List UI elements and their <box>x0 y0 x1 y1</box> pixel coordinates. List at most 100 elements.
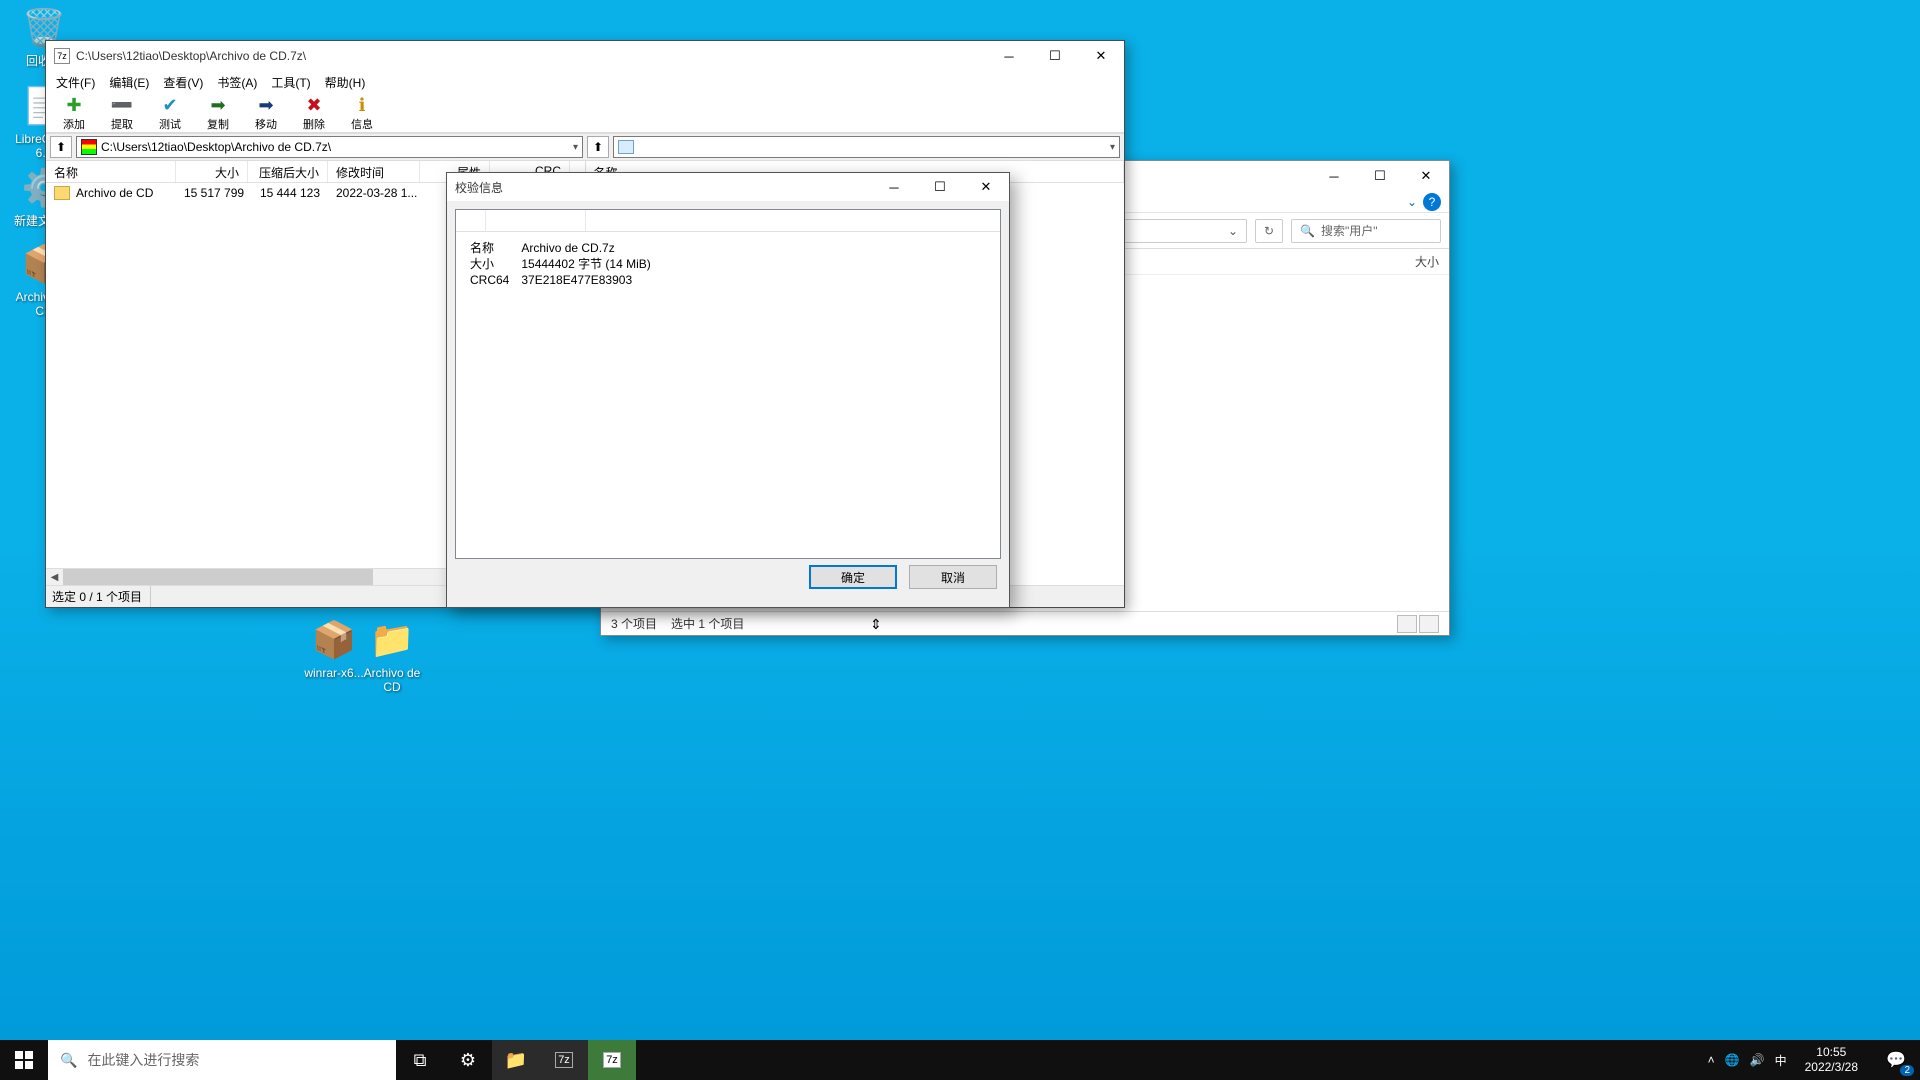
tray-network-icon[interactable]: 🌐 <box>1725 1053 1740 1067</box>
add-icon: ✚ <box>50 95 98 115</box>
delete-icon: ✖ <box>290 95 338 115</box>
system-tray: ˄ 🌐 🔊 中 10:55 2022/3/28 <box>1702 1040 1872 1080</box>
folder-icon: 📁 <box>368 616 416 664</box>
explorer-search-box[interactable]: 🔍 搜索"用户" <box>1291 219 1441 243</box>
menu-tools[interactable]: 工具(T) <box>265 72 316 93</box>
search-icon: 🔍 <box>60 1052 77 1069</box>
sevenzip-status-text: 选定 0 / 1 个项目 <box>52 588 142 605</box>
col-name[interactable]: 名称 <box>46 161 176 182</box>
extract-icon: ➖ <box>98 95 146 115</box>
menu-help[interactable]: 帮助(H) <box>319 72 372 93</box>
checksum-table: 名称 Archivo de CD.7z 大小 15444402 字节 (14 M… <box>464 240 657 288</box>
sevenzip-minimize-button[interactable]: ─ <box>986 41 1032 71</box>
menu-file[interactable]: 文件(F) <box>50 72 101 93</box>
dialog-maximize-button[interactable]: ☐ <box>917 172 963 202</box>
label-size: 大小 <box>464 256 515 272</box>
value-size: 15444402 字节 (14 MiB) <box>515 256 656 272</box>
sevenzip-app-icon: 7z <box>54 48 70 64</box>
chevron-down-icon[interactable]: ▾ <box>573 142 578 153</box>
sevenzip-maximize-button[interactable]: ☐ <box>1032 41 1078 71</box>
explorer-help-icon[interactable]: ? <box>1423 193 1441 211</box>
desktop-icon-archivo-folder[interactable]: 📁 Archivo de CD <box>354 616 430 694</box>
archivo-folder-label: Archivo de CD <box>354 666 430 694</box>
sevenzip-icon: 7z <box>555 1052 573 1068</box>
sevenzip-up-button-right[interactable]: ⬆ <box>587 136 609 158</box>
explorer-search-placeholder: 搜索"用户" <box>1321 222 1378 239</box>
sevenzip-path-text: C:\Users\12tiao\Desktop\Archivo de CD.7z… <box>101 140 331 154</box>
sevenzip-titlebar[interactable]: 7z C:\Users\12tiao\Desktop\Archivo de CD… <box>46 41 1124 71</box>
dialog-close-button[interactable]: ✕ <box>963 172 1009 202</box>
taskbar-settings[interactable]: ⚙ <box>444 1040 492 1080</box>
label-crc64: CRC64 <box>464 272 515 288</box>
dialog-cancel-button[interactable]: 取消 <box>909 565 997 589</box>
tray-ime-indicator[interactable]: 中 <box>1775 1052 1787 1069</box>
sevenzip-up-button[interactable]: ⬆ <box>50 136 72 158</box>
chevron-down-icon[interactable]: ▾ <box>1110 142 1115 153</box>
taskbar-explorer[interactable]: 📁 <box>492 1040 540 1080</box>
label-name: 名称 <box>464 240 515 256</box>
explorer-refresh-button[interactable]: ↻ <box>1255 219 1283 243</box>
scrollbar-thumb[interactable] <box>63 569 373 586</box>
sevenzip-close-button[interactable]: ✕ <box>1078 41 1124 71</box>
toolbar-extract-button[interactable]: ➖ 提取 <box>98 95 146 132</box>
sevenzip-pathbar: ⬆ C:\Users\12tiao\Desktop\Archivo de CD.… <box>46 133 1124 161</box>
taskbar-clock[interactable]: 10:55 2022/3/28 <box>1797 1045 1866 1075</box>
toolbar-copy-button[interactable]: ➡ 复制 <box>194 95 242 132</box>
explorer-view-large-button[interactable] <box>1419 615 1439 633</box>
col-size[interactable]: 大小 <box>176 161 248 182</box>
sevenzip-menubar: 文件(F) 编辑(E) 查看(V) 书签(A) 工具(T) 帮助(H) <box>46 71 1124 93</box>
chevron-down-icon[interactable]: ⌄ <box>1228 224 1238 238</box>
explorer-maximize-button[interactable]: ☐ <box>1357 161 1403 191</box>
taskbar-7zip-2[interactable]: 7z <box>588 1040 636 1080</box>
taskbar: 🔍 在此键入进行搜索 ⧉ ⚙ 📁 7z 7z ˄ 🌐 🔊 中 10:55 202… <box>0 1040 1920 1080</box>
value-name: Archivo de CD.7z <box>515 240 656 256</box>
col-modified[interactable]: 修改时间 <box>328 161 420 182</box>
explorer-close-button[interactable]: ✕ <box>1403 161 1449 191</box>
toolbar-delete-button[interactable]: ✖ 删除 <box>290 95 338 132</box>
dialog-titlebar[interactable]: 校验信息 ─ ☐ ✕ <box>447 173 1009 201</box>
sevenzip-toolbar: ✚ 添加 ➖ 提取 ✔ 测试 ➡ 复制 ➡ 移动 ✖ 删除 ℹ 信息 <box>46 93 1124 133</box>
explorer-minimize-button[interactable]: ─ <box>1311 161 1357 191</box>
start-button[interactable] <box>0 1040 48 1080</box>
taskbar-7zip-1[interactable]: 7z <box>540 1040 588 1080</box>
winrar-icon: 📦 <box>310 616 358 664</box>
sevenzip-path-combo[interactable]: C:\Users\12tiao\Desktop\Archivo de CD.7z… <box>76 136 583 158</box>
task-view-button[interactable]: ⧉ <box>396 1040 444 1080</box>
menu-bookmarks[interactable]: 书签(A) <box>211 72 263 93</box>
dialog-list[interactable]: 名称 Archivo de CD.7z 大小 15444402 字节 (14 M… <box>455 209 1001 559</box>
explorer-view-details-button[interactable] <box>1397 615 1417 633</box>
toolbar-add-button[interactable]: ✚ 添加 <box>50 95 98 132</box>
scroll-left-icon[interactable]: ◀ <box>46 569 63 586</box>
sevenzip-path-combo-right[interactable]: ▾ <box>613 136 1120 158</box>
move-icon: ➡ <box>242 95 290 115</box>
info-icon: ℹ <box>338 95 386 115</box>
checksum-dialog[interactable]: 校验信息 ─ ☐ ✕ 名称 Archivo de CD.7z 大小 <box>446 172 1010 608</box>
folder-icon <box>54 186 70 200</box>
taskbar-search[interactable]: 🔍 在此键入进行搜索 <box>48 1040 396 1080</box>
taskbar-search-placeholder: 在此键入进行搜索 <box>87 1050 199 1070</box>
toolbar-test-button[interactable]: ✔ 测试 <box>146 95 194 132</box>
menu-view[interactable]: 查看(V) <box>157 72 209 93</box>
menu-edit[interactable]: 编辑(E) <box>103 72 155 93</box>
tray-chevron-icon[interactable]: ˄ <box>1708 1053 1715 1067</box>
dialog-minimize-button[interactable]: ─ <box>871 172 917 202</box>
explorer-item-count: 3 个项目 <box>611 615 657 632</box>
tray-volume-icon[interactable]: 🔊 <box>1750 1053 1765 1067</box>
explorer-expand-ribbon-icon[interactable]: ⌄ <box>1407 195 1417 209</box>
explorer-col-size[interactable]: 大小 <box>1405 249 1449 274</box>
explorer-selection-count: 选中 1 个项目 <box>671 615 744 632</box>
col-packed[interactable]: 压缩后大小 <box>248 161 328 182</box>
action-center-button[interactable]: 💬 2 <box>1872 1040 1920 1080</box>
sevenzip-icon: 7z <box>603 1052 621 1068</box>
toolbar-info-button[interactable]: ℹ 信息 <box>338 95 386 132</box>
test-icon: ✔ <box>146 95 194 115</box>
windows-logo-icon <box>15 1051 33 1069</box>
dialog-title: 校验信息 <box>455 179 503 196</box>
task-view-icon: ⧉ <box>414 1050 427 1071</box>
dialog-ok-button[interactable]: 确定 <box>809 565 897 589</box>
refresh-icon: ↻ <box>1264 224 1274 238</box>
copy-icon: ➡ <box>194 95 242 115</box>
toolbar-move-button[interactable]: ➡ 移动 <box>242 95 290 132</box>
clock-date: 2022/3/28 <box>1805 1060 1858 1075</box>
dialog-list-header <box>456 210 1000 232</box>
